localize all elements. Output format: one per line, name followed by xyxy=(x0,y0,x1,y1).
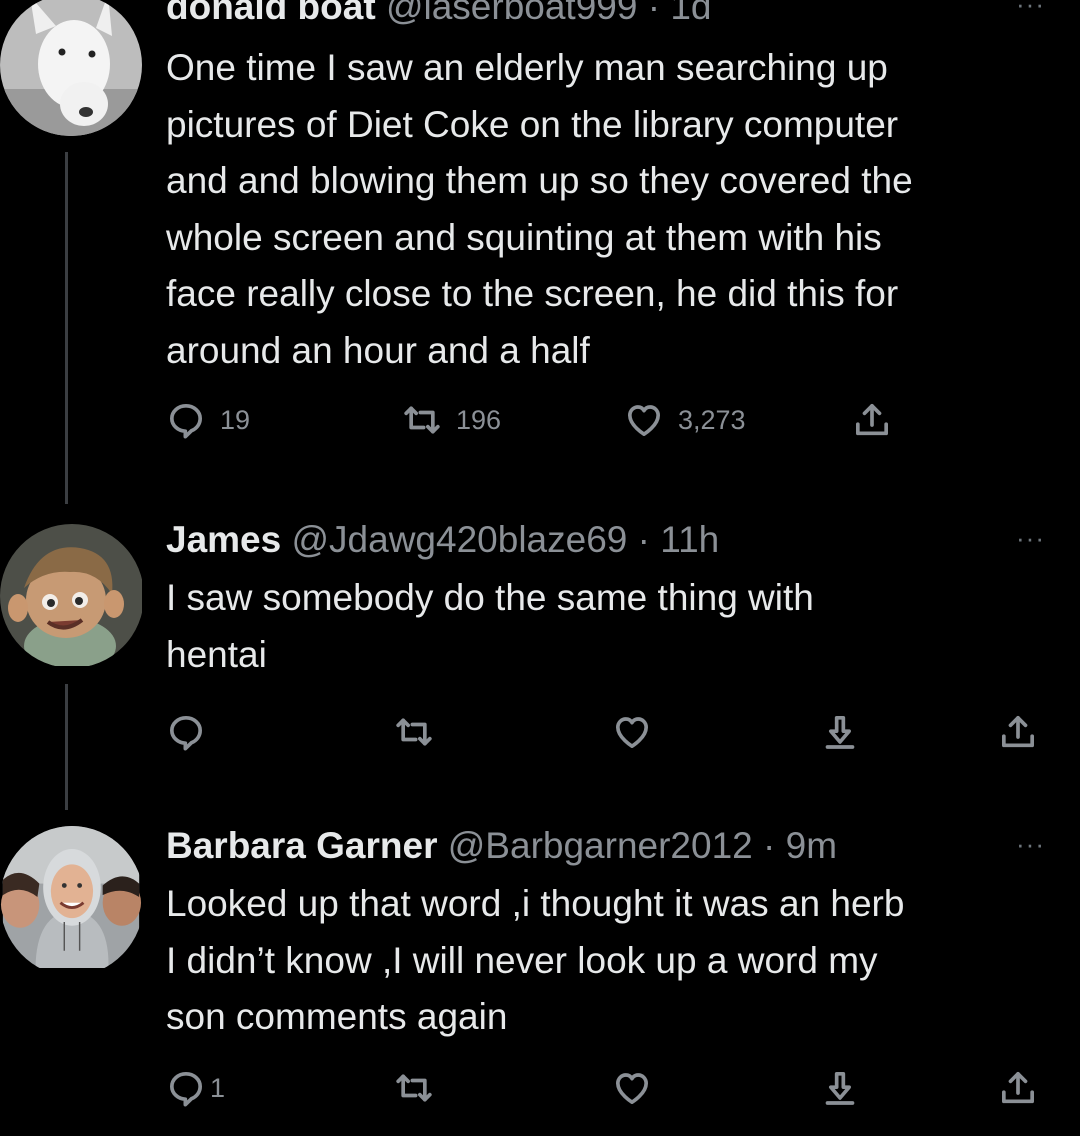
retweet-button[interactable] xyxy=(394,1068,434,1108)
tweet-barbara-garner[interactable]: Barbara Garner @Barbgarner2012 · 9m ··· … xyxy=(0,0,1080,1136)
handle-and-time[interactable]: @Barbgarner2012 · 9m xyxy=(448,825,837,866)
share-icon xyxy=(998,1068,1038,1108)
group-photo-avatar-image xyxy=(0,826,142,968)
action-bar: 1 xyxy=(0,1068,1080,1116)
avatar[interactable] xyxy=(0,826,144,976)
reply-icon xyxy=(166,1068,206,1108)
download-button[interactable] xyxy=(820,1068,860,1108)
download-icon xyxy=(820,1068,860,1108)
reply-count: 1 xyxy=(210,1072,226,1103)
heart-icon xyxy=(612,1068,652,1108)
like-button[interactable] xyxy=(612,1068,652,1108)
share-button[interactable] xyxy=(998,1068,1038,1108)
tweet-text: Looked up that word ,i thought it was an… xyxy=(166,883,905,1037)
reply-button[interactable]: 1 xyxy=(166,1068,225,1108)
display-name[interactable]: Barbara Garner xyxy=(166,825,437,866)
tweet-header: Barbara Garner @Barbgarner2012 · 9m xyxy=(166,824,837,868)
more-icon[interactable]: ··· xyxy=(1016,831,1045,857)
retweet-icon xyxy=(394,1068,434,1108)
